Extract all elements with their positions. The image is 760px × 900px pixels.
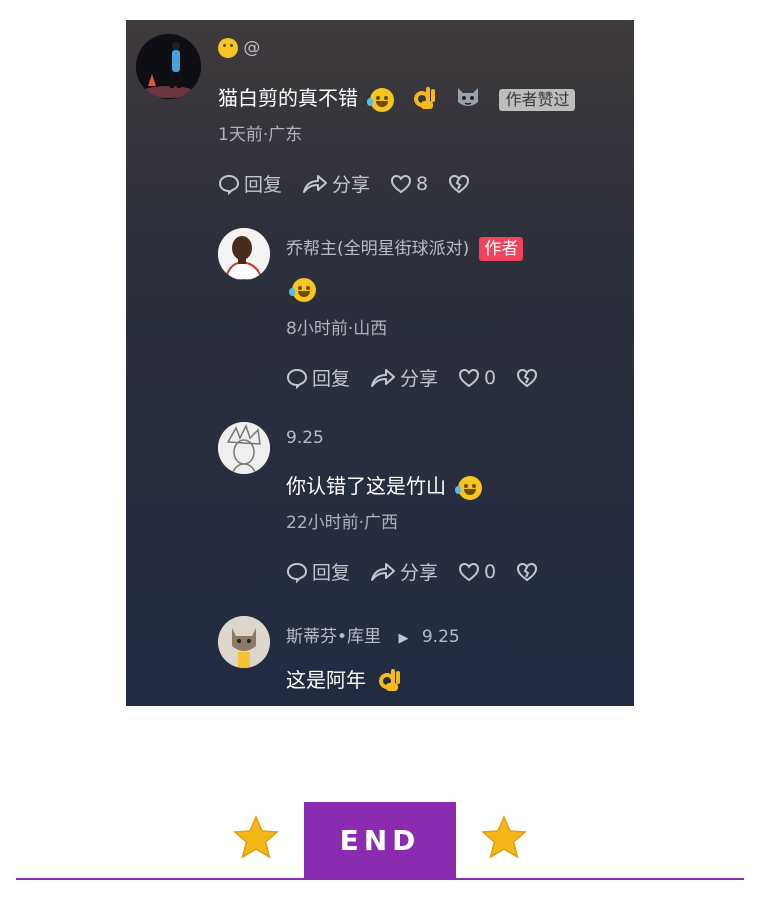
comment-meta: 8小时前·山西 — [286, 319, 388, 339]
comment-text: 这是阿年 — [286, 664, 404, 697]
share-icon — [371, 562, 396, 581]
comment-panel: @ 猫白剪的真不错 作者赞过 1天前·广东 回复 分享 8 乔帮主(全明星街球派… — [126, 20, 634, 706]
comment-actions: 回复 分享 0 — [286, 558, 562, 585]
crying-emoji-icon — [289, 277, 316, 302]
reply-icon — [286, 368, 308, 389]
author-badge: 作者 — [479, 237, 524, 261]
comment-text — [286, 276, 316, 302]
divider — [16, 878, 744, 880]
avatar[interactable] — [218, 422, 270, 474]
reply-icon — [286, 562, 308, 583]
ok-hand-emoji-icon — [378, 666, 404, 697]
dislike-button[interactable] — [516, 368, 542, 388]
heart-icon — [391, 174, 412, 193]
username[interactable]: @ — [218, 38, 260, 58]
share-icon — [371, 368, 396, 387]
ok-hand-emoji-icon — [413, 84, 439, 115]
like-button[interactable]: 8 — [390, 173, 428, 195]
username[interactable]: 乔帮主(全明星街球派对) 作者 — [286, 234, 524, 261]
comment-actions: 回复 分享 8 — [218, 170, 494, 197]
reply-button[interactable]: 回复 — [286, 364, 350, 391]
reply-button[interactable]: 回复 — [218, 170, 282, 197]
broken-heart-icon — [449, 174, 470, 193]
star-icon — [233, 815, 279, 859]
broken-heart-icon — [517, 562, 538, 581]
share-button[interactable]: 分享 — [370, 364, 438, 391]
like-button[interactable]: 0 — [458, 367, 496, 389]
end-banner: END — [304, 802, 456, 878]
reply-icon — [218, 174, 240, 195]
share-button[interactable]: 分享 — [302, 170, 370, 197]
avatar[interactable] — [218, 616, 270, 668]
avatar[interactable] — [218, 228, 270, 280]
dislike-button[interactable] — [448, 174, 474, 194]
heart-icon — [459, 368, 480, 387]
comment-meta: 1天前·广东 — [218, 125, 303, 145]
comment-text: 猫白剪的真不错 作者赞过 — [218, 82, 576, 115]
comment-meta: 22小时前·广西 — [286, 513, 399, 533]
username[interactable]: 9.25 — [286, 428, 324, 448]
comment-actions: 回复 分享 0 — [286, 364, 562, 391]
comment-text: 你认错了这是竹山 — [286, 470, 483, 500]
share-button[interactable]: 分享 — [370, 558, 438, 585]
username[interactable]: 斯蒂芬•库里 ▶ 9.25 — [286, 622, 460, 647]
like-count: 0 — [484, 560, 497, 583]
avatar[interactable] — [136, 34, 201, 99]
like-count: 0 — [484, 366, 497, 389]
broken-heart-icon — [517, 368, 538, 387]
reply-button[interactable]: 回复 — [286, 558, 350, 585]
share-icon — [303, 174, 328, 193]
laugh-cry-emoji-icon — [367, 87, 395, 112]
author-liked-badge: 作者赞过 — [499, 88, 576, 111]
heart-icon — [459, 562, 480, 581]
like-count: 8 — [416, 172, 429, 195]
footer: END — [0, 800, 760, 900]
reply-arrow-icon: ▶ — [398, 631, 409, 646]
dislike-button[interactable] — [516, 562, 542, 582]
like-button[interactable]: 0 — [458, 561, 496, 583]
star-icon — [481, 815, 527, 859]
laugh-cry-emoji-icon — [455, 475, 483, 500]
cat-emoji-icon — [455, 84, 481, 115]
sleepy-face-icon — [218, 38, 238, 58]
